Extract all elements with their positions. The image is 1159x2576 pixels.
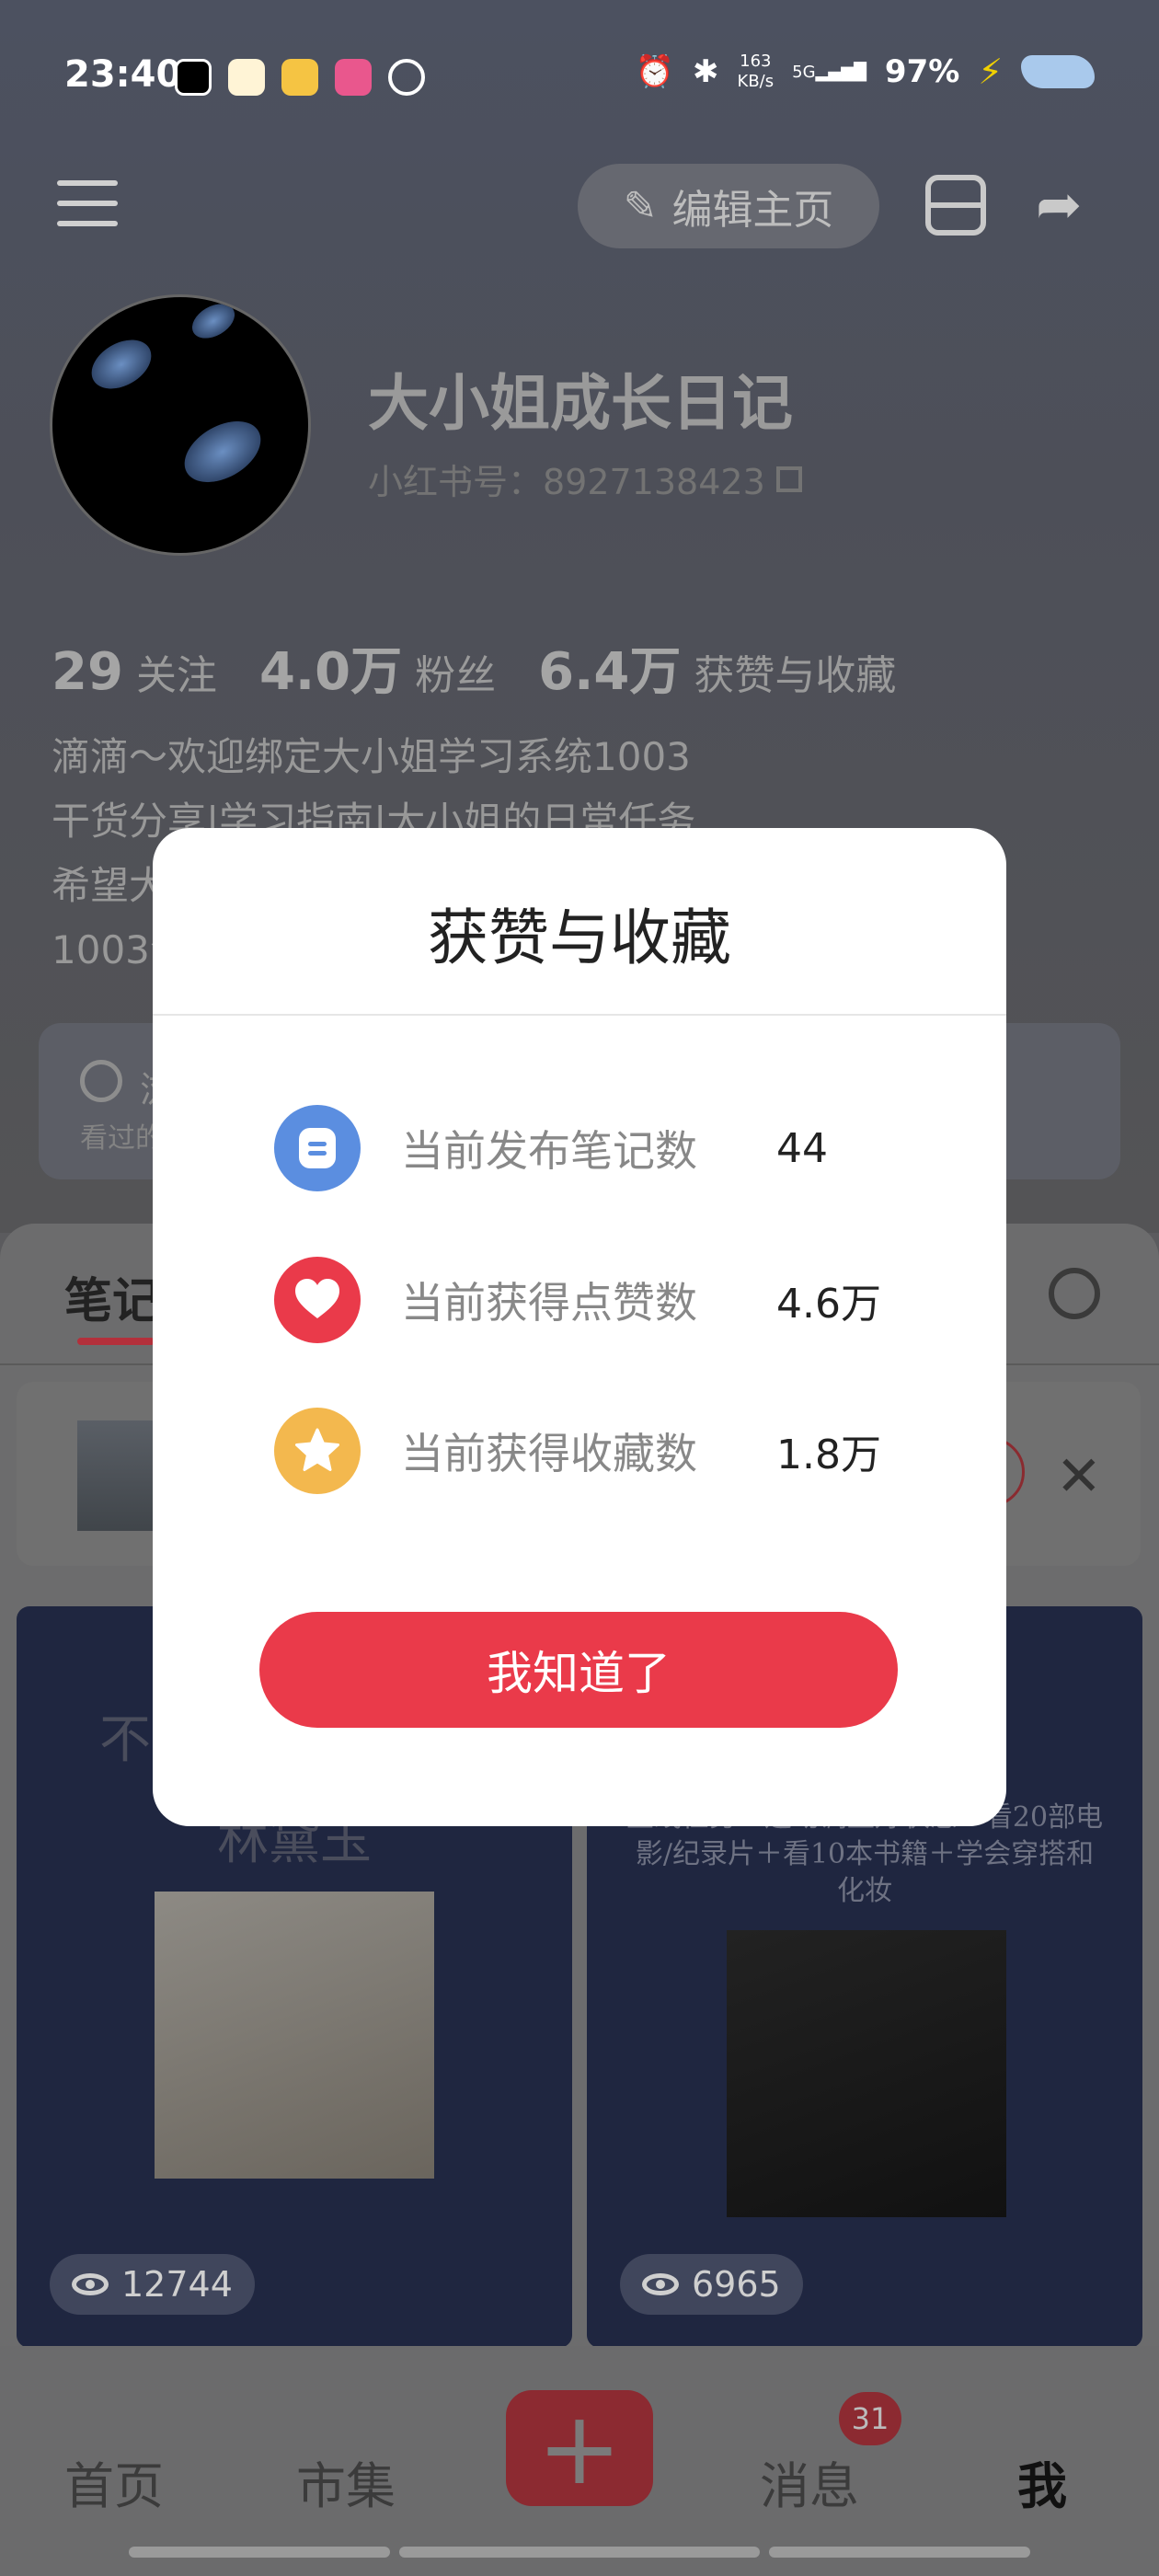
dialog-title: 获赞与收藏 [428, 903, 731, 973]
stat-row-notes: 当前发布笔记数 44 [274, 1102, 918, 1194]
dialog-divider [153, 1014, 1006, 1016]
stat-row-likes: 当前获得点赞数 4.6万 [274, 1254, 918, 1346]
note-icon [274, 1105, 361, 1191]
confirm-button[interactable]: 我知道了 [259, 1612, 898, 1728]
heart-icon [274, 1257, 361, 1343]
stat-row-collects: 当前获得收藏数 1.8万 [274, 1405, 918, 1497]
likes-collects-dialog: 获赞与收藏 当前发布笔记数 44 当前获得点赞数 4.6万 当前获得收藏数 1.… [153, 828, 1006, 1826]
star-icon [274, 1408, 361, 1494]
